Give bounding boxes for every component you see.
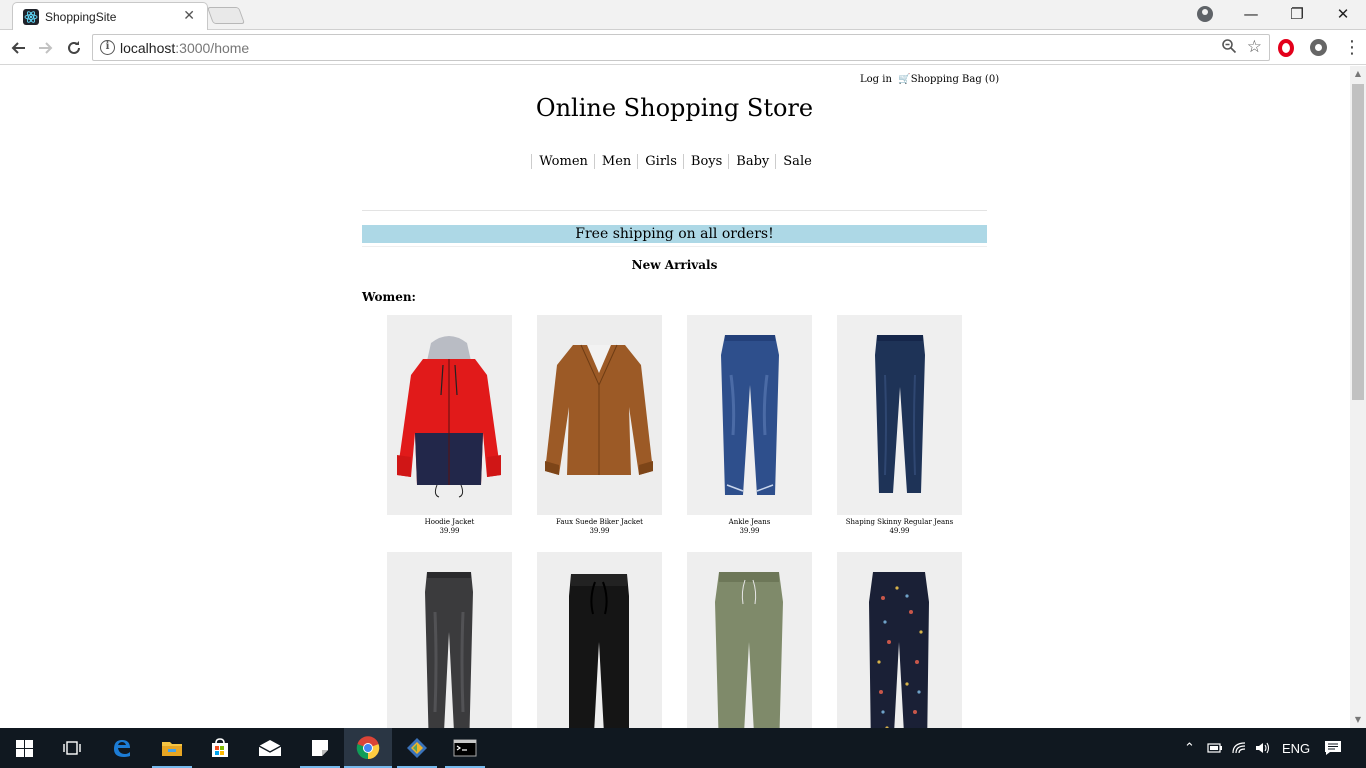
forward-button[interactable] [35,37,57,59]
product-card[interactable] [387,552,512,728]
page-scrollbar[interactable]: ▲ ▼ [1350,66,1366,728]
opera-icon[interactable] [1278,39,1294,57]
browser-toolbar: i localhost:3000/home ☆ ⋮ [0,31,1366,65]
nav-men[interactable]: Men [593,154,637,169]
forward-arrow-icon [39,42,53,54]
windows-taskbar: ⌃ ENG [0,728,1366,768]
address-bar[interactable]: i localhost:3000/home ☆ [92,34,1270,61]
product-image[interactable] [687,315,812,515]
info-icon[interactable]: i [100,40,115,55]
sourcetree-icon[interactable] [393,728,441,768]
url-path: :3000/home [175,40,250,56]
new-tab-button[interactable] [206,7,246,24]
free-shipping-banner: Free shipping on all orders! [362,225,987,243]
back-button[interactable] [7,37,29,59]
show-hidden-icons-icon[interactable]: ⌃ [1184,740,1195,756]
shopping-bag-link[interactable]: Shopping Bag (0) [911,74,999,85]
volume-icon[interactable] [1255,741,1271,755]
divider [362,246,987,247]
nav-girls[interactable]: Girls [637,154,683,169]
restore-button[interactable]: ❐ [1274,0,1320,28]
product-price: 39.99 [739,527,760,535]
task-view-icon[interactable] [48,728,96,768]
product-name[interactable]: Ankle Jeans [687,518,812,527]
product-image[interactable] [387,315,512,515]
new-arrivals-heading: New Arrivals [631,258,718,272]
file-explorer-icon[interactable] [148,728,196,768]
product-name[interactable]: Hoodie Jacket [387,518,512,527]
back-arrow-icon [11,42,25,54]
product-card[interactable] [537,552,662,728]
nav-women[interactable]: Women [531,154,594,169]
divider [362,210,987,211]
product-card[interactable]: Faux Suede Biker Jacket 39.99 [537,315,662,536]
product-image[interactable] [537,552,662,728]
url-text[interactable]: localhost:3000/home [120,40,249,56]
product-price: 49.99 [889,527,910,535]
menu-icon[interactable]: ⋮ [1343,38,1361,58]
scroll-down-icon[interactable]: ▼ [1350,712,1366,728]
close-window-button[interactable]: ✕ [1320,0,1366,28]
page-viewport: Log in 🛒Shopping Bag (0) Online Shopping… [0,66,1350,728]
language-indicator[interactable]: ENG [1282,728,1310,768]
product-image[interactable] [387,552,512,728]
product-card[interactable]: Hoodie Jacket 39.99 [387,315,512,536]
battery-icon[interactable] [1207,742,1223,754]
product-card[interactable]: Shaping Skinny Regular Jeans 49.99 [837,315,962,536]
extension-icon[interactable] [1310,39,1327,56]
tab-shoppingsite[interactable]: ShoppingSite ✕ [12,2,208,30]
profile-icon[interactable] [1197,6,1213,22]
sticky-notes-icon[interactable] [296,728,344,768]
reload-icon [68,41,80,54]
product-name[interactable]: Shaping Skinny Regular Jeans [837,518,962,527]
reload-button[interactable] [63,37,85,59]
top-links: Log in 🛒Shopping Bag (0) [860,74,999,85]
cart-icon: 🛒 [898,74,911,85]
tab-close-icon[interactable]: ✕ [183,8,195,24]
tab-strip: ShoppingSite ✕ — ❐ ✕ [0,0,1366,30]
edge-icon[interactable] [98,728,146,768]
url-host: localhost [120,40,176,56]
action-center-icon[interactable] [1324,728,1342,768]
product-image[interactable] [687,552,812,728]
login-link[interactable]: Log in [860,74,892,85]
product-name[interactable]: Faux Suede Biker Jacket [537,518,662,527]
product-image[interactable] [837,552,962,728]
nav-sale[interactable]: Sale [775,154,818,169]
product-price: 39.99 [589,527,610,535]
women-group-label: Women: [362,290,416,304]
chrome-icon[interactable] [344,728,392,768]
store-icon[interactable] [196,728,244,768]
scroll-up-icon[interactable]: ▲ [1350,66,1366,82]
product-image[interactable] [537,315,662,515]
mail-icon[interactable] [246,728,294,768]
tab-title: ShoppingSite [45,10,117,24]
product-card[interactable] [837,552,962,728]
category-nav: Women Men Girls Boys Baby Sale [362,154,987,169]
site-title: Online Shopping Store [535,94,814,122]
nav-boys[interactable]: Boys [682,154,728,169]
terminal-icon[interactable] [441,728,489,768]
nav-baby[interactable]: Baby [728,154,775,169]
product-card[interactable]: Ankle Jeans 39.99 [687,315,812,536]
product-card[interactable] [687,552,812,728]
product-image[interactable] [837,315,962,515]
start-icon[interactable] [0,728,48,768]
star-icon[interactable]: ☆ [1247,37,1262,57]
wifi-icon[interactable] [1231,741,1247,755]
zoom-icon[interactable] [1221,38,1237,58]
product-price: 39.99 [439,527,460,535]
system-tray: ⌃ [1184,728,1284,768]
scrollbar-thumb[interactable] [1352,84,1364,400]
react-favicon-icon [23,9,39,25]
minimize-button[interactable]: — [1228,0,1274,28]
